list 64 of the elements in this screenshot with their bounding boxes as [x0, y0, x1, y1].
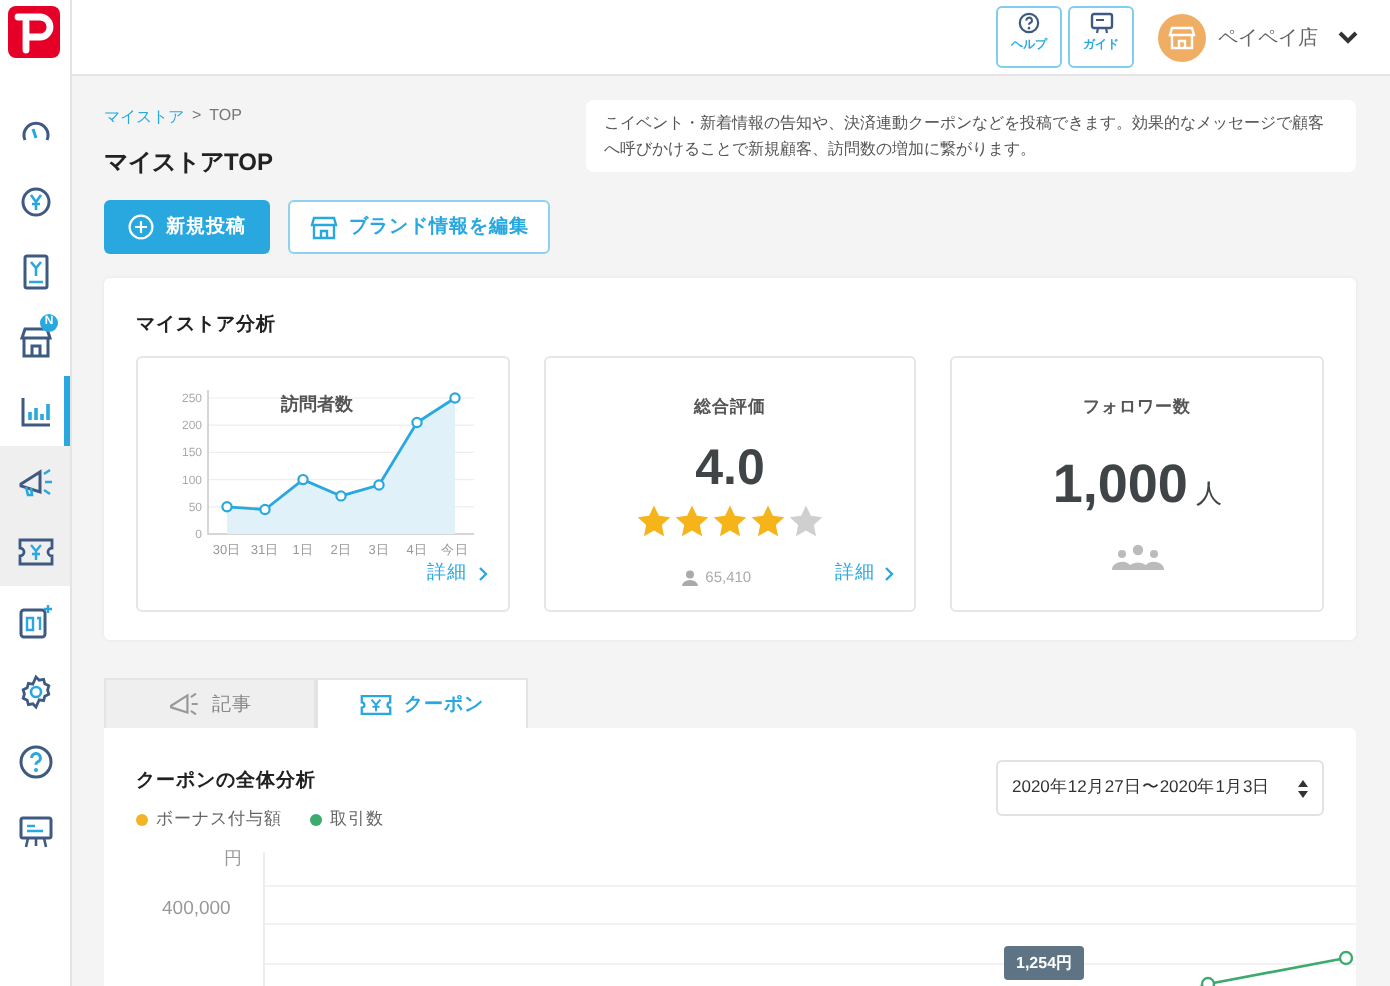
sidebar-item[interactable]	[0, 516, 70, 586]
star-icon	[711, 504, 748, 538]
breadcrumb-separator: >	[192, 106, 202, 128]
section-title: クーポンの全体分析	[136, 768, 318, 794]
data-point	[297, 473, 310, 486]
tab[interactable]: クーポン	[316, 678, 528, 728]
sparkle-document-icon	[17, 603, 53, 639]
legend-label: ボーナス付与額	[156, 808, 282, 832]
megaphone-icon	[168, 692, 200, 716]
data-point	[373, 479, 386, 491]
presentation-board-icon	[17, 813, 53, 849]
help-icon	[1018, 12, 1040, 34]
data-point	[335, 490, 348, 502]
count-unit: 人	[1195, 476, 1222, 512]
person-icon	[681, 569, 698, 585]
shop-icon	[1168, 25, 1196, 49]
megaphone-icon	[17, 465, 53, 497]
data-point	[411, 416, 424, 429]
yen-receipt-icon	[19, 253, 51, 289]
details-link[interactable]: 詳細	[834, 560, 895, 586]
edit-brand-button[interactable]: ブランド情報を編集	[288, 200, 550, 254]
yen-ticket-icon	[17, 537, 53, 565]
star-icon	[787, 504, 824, 538]
bar-chart-icon	[19, 395, 51, 427]
sidebar-item[interactable]	[0, 446, 70, 516]
data-point	[221, 501, 234, 513]
page-title: マイストアTOP	[104, 146, 275, 180]
notice-text: こイベント・新着情報の告知や、決済連動クーポンなどを投稿できます。効果的なメッセージで顧客へ呼びかけることで新規顧客、訪問数の増加に繋がります。	[586, 100, 1356, 173]
section-title: マイストア分析	[136, 312, 278, 338]
card-title: フォロワー数	[1083, 396, 1192, 420]
plus-circle-icon	[128, 214, 154, 240]
presentation-board-icon	[1089, 12, 1113, 34]
star-icon	[749, 504, 786, 538]
tab[interactable]: 記事	[104, 678, 316, 728]
value-tooltip: 1,254円	[1004, 946, 1085, 980]
yen-coin-icon	[19, 185, 51, 217]
data-point	[259, 503, 272, 516]
chevron-right-icon	[884, 565, 895, 581]
chart-title: 訪問者数	[281, 394, 354, 414]
chevron-down-icon[interactable]	[1338, 30, 1358, 44]
logo-icon[interactable]	[8, 6, 60, 58]
axis-label: 400,000	[162, 898, 231, 920]
axis-unit: 円	[224, 846, 242, 872]
shop-icon	[17, 325, 53, 357]
group-icon	[1111, 544, 1164, 570]
new-post-button[interactable]: 新規投稿	[104, 200, 270, 254]
legend-label: 取引数	[330, 808, 384, 832]
yen-ticket-icon	[360, 693, 392, 715]
breadcrumb-link[interactable]: マイストア	[104, 106, 184, 128]
rating-score: 4.0	[695, 440, 765, 498]
star-icon	[635, 504, 672, 538]
help-icon	[17, 743, 53, 779]
sort-arrows-icon	[1298, 779, 1308, 797]
settings-icon	[17, 673, 53, 709]
details-link[interactable]: 詳細	[427, 560, 488, 586]
data-point	[449, 392, 462, 404]
date-range-select[interactable]: 2020年12月27日〜2020年1月3日	[996, 760, 1324, 816]
chevron-right-icon	[477, 565, 488, 581]
store-name[interactable]: ペイペイ店	[1218, 23, 1318, 51]
breadcrumb-current: TOP	[209, 106, 242, 128]
follower-count: 1,000	[1052, 454, 1188, 516]
star-icon	[673, 504, 710, 538]
card-title: 総合評価	[693, 396, 766, 420]
shop-icon	[309, 215, 337, 239]
